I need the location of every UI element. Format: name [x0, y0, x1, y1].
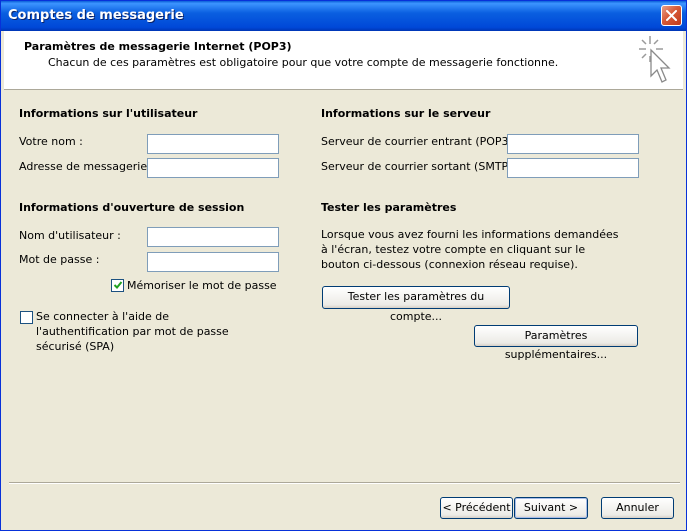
window-title: Comptes de messagerie — [8, 8, 184, 23]
name-input[interactable] — [147, 134, 279, 154]
title-bar[interactable]: Comptes de messagerie — [1, 1, 686, 31]
incoming-server-input[interactable] — [507, 134, 639, 154]
close-button[interactable] — [661, 5, 682, 26]
header-subtitle: Chacun de ces paramètres est obligatoire… — [48, 56, 559, 69]
wizard-header: Paramètres de messagerie Internet (POP3)… — [4, 31, 683, 90]
wizard-cursor-icon — [639, 36, 671, 83]
outgoing-server-input[interactable] — [507, 158, 639, 178]
cancel-button[interactable]: Annuler — [601, 497, 674, 519]
password-input[interactable] — [147, 252, 279, 272]
spa-label[interactable]: Se connecter à l'aide de l'authentificat… — [36, 309, 229, 354]
close-icon — [666, 10, 677, 21]
more-settings-button[interactable]: Paramètres supplémentaires... — [474, 325, 638, 361]
email-label: Adresse de messagerie : — [19, 160, 155, 173]
username-label: Nom d'utilisateur : — [19, 229, 121, 242]
spa-checkbox[interactable] — [20, 311, 33, 324]
test-text-line3: bouton ci-dessous (connexion réseau requ… — [321, 258, 578, 271]
spa-label-line1: Se connecter à l'aide de — [36, 310, 169, 323]
logon-info-title: Informations d'ouverture de session — [19, 201, 245, 214]
test-text-line1: Lorsque vous avez fourni les information… — [321, 228, 619, 241]
test-settings-title: Tester les paramètres — [321, 201, 457, 214]
spa-label-line3: sécurisé (SPA) — [36, 340, 115, 353]
test-account-button[interactable]: Tester les paramètres du compte... — [322, 286, 510, 323]
outgoing-server-label: Serveur de courrier sortant (SMTP) : — [321, 160, 520, 173]
user-info-title: Informations sur l'utilisateur — [19, 107, 198, 120]
incoming-server-label: Serveur de courrier entrant (POP3) : — [321, 135, 521, 148]
test-text-line2: à l'écran, testez votre compte en cliqua… — [321, 243, 586, 256]
name-label: Votre nom : — [19, 135, 83, 148]
back-button[interactable]: < Précédent — [440, 497, 513, 519]
spa-label-line2: l'authentification par mot de passe — [36, 325, 229, 338]
check-icon — [113, 281, 123, 289]
test-settings-description: Lorsque vous avez fourni les information… — [321, 227, 618, 272]
next-button[interactable]: Suivant > — [514, 497, 588, 519]
header-title: Paramètres de messagerie Internet (POP3) — [24, 40, 292, 53]
remember-password-checkbox[interactable] — [111, 279, 124, 292]
password-label: Mot de passe : — [19, 253, 100, 266]
username-input[interactable] — [147, 227, 279, 247]
dialog-window: Comptes de messagerie Paramètres de mess… — [0, 0, 687, 531]
remember-password-label[interactable]: Mémoriser le mot de passe — [127, 279, 277, 292]
server-info-title: Informations sur le serveur — [321, 107, 491, 120]
email-input[interactable] — [147, 158, 279, 178]
footer-divider — [9, 482, 680, 484]
